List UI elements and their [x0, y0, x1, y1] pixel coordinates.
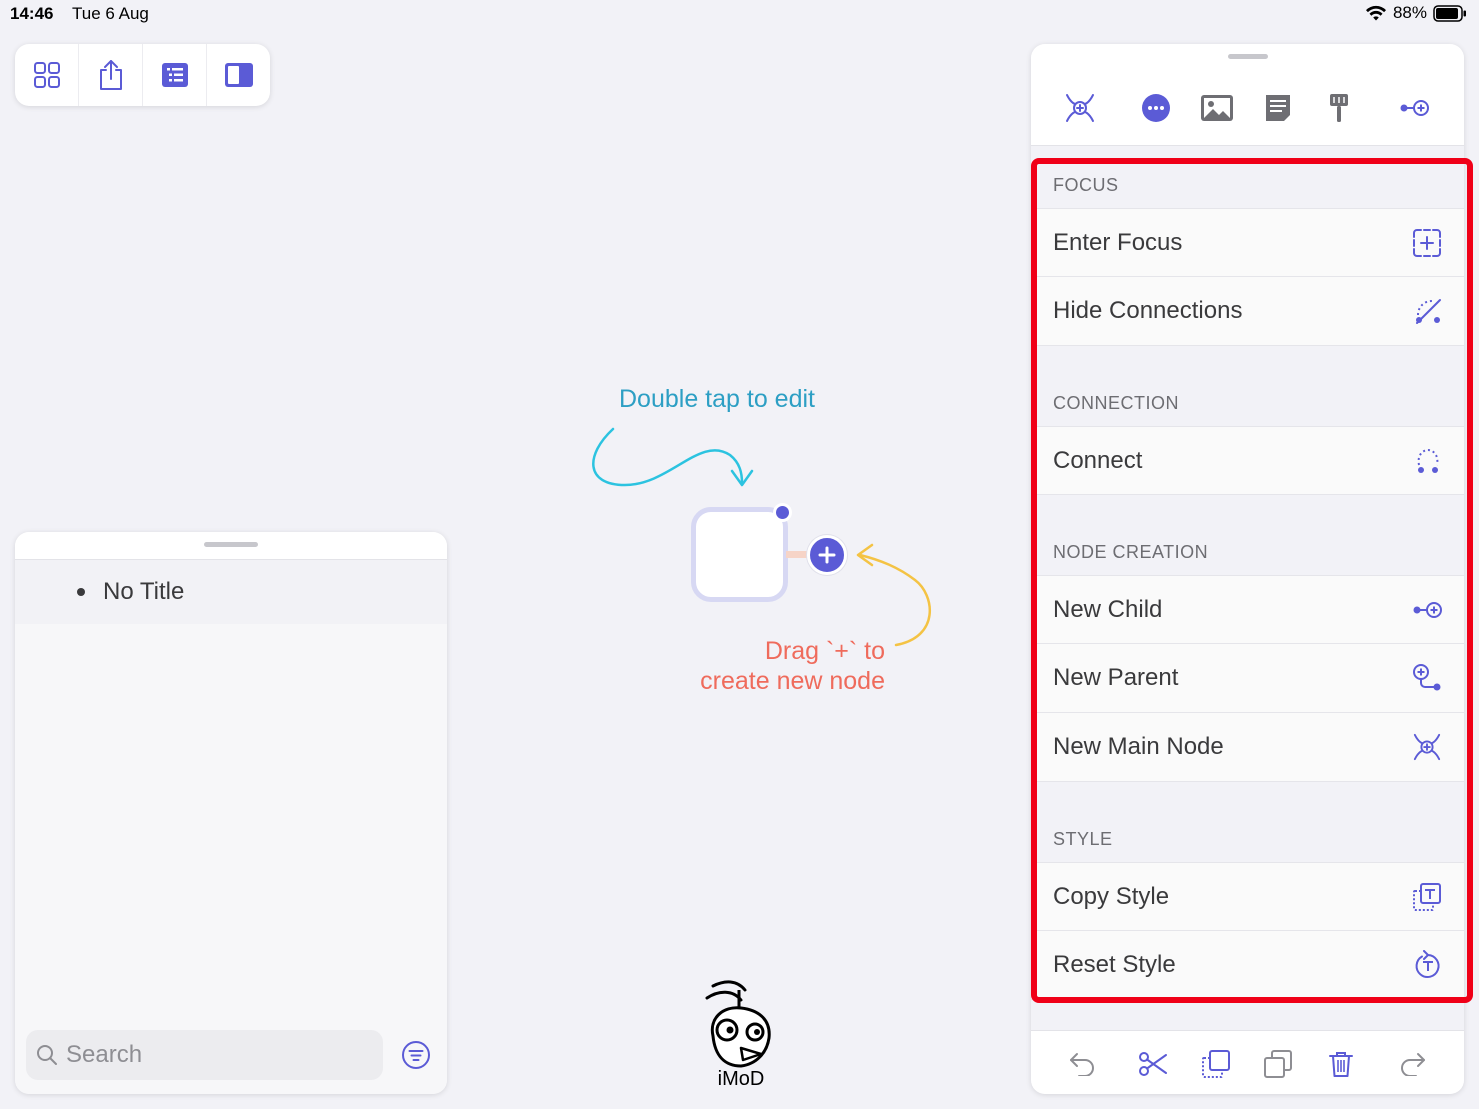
top-toolbar	[15, 44, 270, 106]
image-icon	[1200, 94, 1234, 122]
connect-row[interactable]: Connect	[1031, 426, 1464, 495]
hide-connections-row[interactable]: Hide Connections	[1031, 277, 1464, 346]
connect-label: Connect	[1053, 446, 1143, 474]
list-icon	[161, 62, 189, 88]
paste-icon	[1263, 1049, 1293, 1079]
battery-percent: 88%	[1392, 3, 1427, 22]
undo-button[interactable]	[1065, 1047, 1099, 1081]
sidebar-button[interactable]	[207, 44, 270, 106]
share-button[interactable]	[79, 44, 143, 106]
enter-focus-label: Enter Focus	[1053, 228, 1183, 256]
new-main-node-icon	[1412, 732, 1442, 762]
undo-icon	[1069, 1052, 1095, 1076]
grid-view-button[interactable]	[15, 44, 79, 106]
more-icon	[1141, 93, 1171, 123]
copy-icon	[1201, 1049, 1231, 1079]
drag-hint-arrowhead	[856, 543, 874, 567]
cut-button[interactable]	[1136, 1047, 1170, 1081]
new-parent-icon	[1412, 663, 1442, 693]
new-child-row[interactable]: New Child	[1031, 575, 1464, 644]
cut-icon	[1138, 1051, 1168, 1077]
new-main-node-label: New Main Node	[1053, 733, 1224, 760]
main-node[interactable]	[691, 507, 788, 602]
new-parent-row[interactable]: New Parent	[1031, 644, 1464, 713]
paste-button[interactable]	[1261, 1047, 1295, 1081]
outline-grabber[interactable]	[204, 542, 258, 547]
hide-connections-icon	[1414, 297, 1442, 325]
new-child-icon	[1399, 98, 1429, 118]
note-icon	[1264, 93, 1292, 123]
outline-footer: Search	[15, 1016, 447, 1094]
copy-style-icon	[1412, 882, 1442, 912]
edit-hint-arrow	[592, 427, 744, 487]
outline-panel-header[interactable]	[15, 532, 447, 560]
drag-hint-line-2: create new node	[700, 667, 885, 695]
copy-button[interactable]	[1199, 1047, 1233, 1081]
tab-main-node[interactable]	[1060, 88, 1100, 128]
node-connect-handle[interactable]	[773, 503, 792, 522]
new-parent-label: New Parent	[1053, 664, 1179, 691]
section-connection-label: CONNECTION	[1053, 393, 1179, 413]
drag-hint-arrow	[858, 553, 932, 647]
tab-new-child[interactable]	[1394, 88, 1434, 128]
outline-list-button[interactable]	[143, 44, 207, 106]
main-node-icon	[1064, 92, 1096, 124]
tab-image[interactable]	[1197, 88, 1237, 128]
copy-style-row[interactable]: Copy Style	[1031, 862, 1464, 931]
plus-icon	[818, 546, 836, 564]
double-tap-hint: Double tap to edit	[619, 385, 815, 413]
search-icon	[36, 1044, 58, 1066]
enter-focus-icon	[1412, 228, 1442, 258]
redo-icon	[1400, 1052, 1426, 1076]
redo-button[interactable]	[1396, 1047, 1430, 1081]
hide-connections-label: Hide Connections	[1053, 297, 1243, 324]
grid-icon	[33, 61, 61, 89]
enter-focus-row[interactable]: Enter Focus	[1031, 208, 1464, 277]
tab-note[interactable]	[1258, 88, 1298, 128]
section-focus-label: FOCUS	[1053, 175, 1119, 195]
delete-button[interactable]	[1324, 1047, 1358, 1081]
outline-item-title: No Title	[103, 578, 185, 605]
inspector-header	[1031, 44, 1464, 146]
drag-hint: Drag `+` to create new node	[680, 636, 885, 696]
inspector-tabs	[1031, 88, 1464, 128]
search-input[interactable]: Search	[26, 1030, 383, 1080]
inspector-grabber[interactable]	[1227, 54, 1268, 59]
status-right: 88%	[1365, 3, 1467, 23]
bullet-icon	[77, 588, 85, 596]
new-child-label: New Child	[1053, 595, 1163, 623]
search-placeholder: Search	[66, 1041, 143, 1068]
sidebar-icon	[224, 62, 254, 88]
battery-icon	[1433, 4, 1467, 22]
watermark-text: iMoD	[718, 1068, 765, 1090]
filter-icon	[401, 1040, 431, 1070]
watermark-logo: iMoD	[705, 980, 771, 1090]
outline-item[interactable]: No Title	[15, 560, 447, 624]
status-date: Tue 6 Aug	[72, 4, 149, 23]
add-node-button[interactable]	[807, 535, 847, 575]
outline-panel: No Title Search	[15, 532, 447, 1094]
status-time: 14:46	[10, 4, 54, 23]
status-bar: 14:46 Tue 6 Aug 88%	[0, 0, 1479, 30]
wifi-icon	[1365, 5, 1387, 22]
share-icon	[98, 59, 124, 91]
reset-style-row[interactable]: Reset Style	[1031, 931, 1464, 1000]
section-node-creation-label: NODE CREATION	[1053, 542, 1209, 562]
tab-more[interactable]	[1136, 88, 1176, 128]
section-style-label: STYLE	[1053, 829, 1113, 849]
copy-style-label: Copy Style	[1053, 882, 1170, 910]
tab-style[interactable]	[1319, 88, 1359, 128]
reset-style-label: Reset Style	[1053, 951, 1176, 978]
drag-hint-line-1: Drag `+` to	[764, 637, 885, 665]
new-main-node-row[interactable]: New Main Node	[1031, 713, 1464, 782]
filter-button[interactable]	[401, 1040, 431, 1070]
delete-icon	[1328, 1050, 1354, 1078]
edit-toolbar	[1031, 1030, 1464, 1094]
inspector-panel: FOCUS Enter Focus Hide Connections CONNE…	[1031, 44, 1464, 1094]
style-brush-icon	[1328, 93, 1350, 123]
reset-style-icon	[1414, 950, 1442, 980]
connect-icon	[1414, 447, 1442, 475]
new-child-row-icon	[1412, 600, 1442, 620]
